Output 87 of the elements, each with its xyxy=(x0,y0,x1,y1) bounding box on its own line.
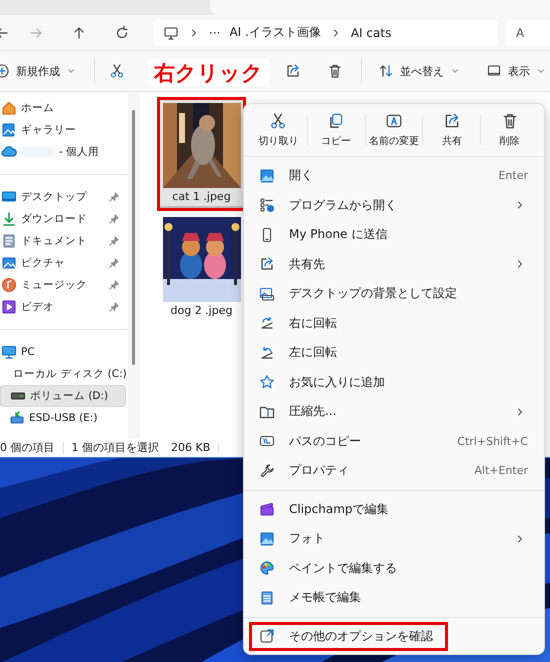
sidebar-item[interactable]: - 個人用 xyxy=(0,141,126,163)
menu-item[interactable]: 開く Enter xyxy=(244,161,544,190)
image-icon xyxy=(259,530,275,547)
sidebar-item[interactable]: ホーム xyxy=(0,97,126,119)
menu-item[interactable]: メモ帳で編集 xyxy=(244,583,544,612)
shortcut-text: Enter xyxy=(498,169,528,182)
share-button[interactable] xyxy=(285,63,301,79)
menu-item[interactable]: その他のオプションを確認 xyxy=(244,622,544,651)
app-list-icon xyxy=(259,197,275,214)
notepad-icon xyxy=(259,590,275,606)
sidebar-item[interactable]: ビデオ xyxy=(0,296,126,318)
open-external-icon xyxy=(259,628,275,644)
share-icon xyxy=(285,63,301,79)
sidebar-item[interactable]: ミュージック xyxy=(0,274,126,296)
sort-button[interactable]: 並べ替え xyxy=(378,63,460,79)
pin-icon xyxy=(108,213,120,225)
pin-icon xyxy=(108,257,120,269)
pin-icon xyxy=(108,191,120,203)
shortcut-text: Alt+Enter xyxy=(474,464,528,478)
computer-icon xyxy=(163,24,179,40)
share-button[interactable]: 共有 xyxy=(423,112,480,148)
usb-drive-icon xyxy=(9,410,25,426)
pin-icon xyxy=(108,235,120,247)
file-tile[interactable]: cat 1 .jpeg xyxy=(160,100,243,208)
menu-item[interactable]: ペイントで編集する xyxy=(244,554,544,583)
breadcrumb[interactable]: AI cats xyxy=(350,26,392,40)
delete-button[interactable]: 削除 xyxy=(481,112,538,148)
share-icon xyxy=(442,112,461,130)
menu-item[interactable]: 右に回転 xyxy=(244,308,544,338)
cut-button[interactable]: 切り取り xyxy=(250,112,307,148)
trash-icon xyxy=(327,63,343,79)
computer-icon xyxy=(1,344,17,360)
sidebar-item[interactable]: ピクチャ xyxy=(0,252,126,274)
breadcrumb[interactable]: AI .イラスト画像 xyxy=(229,24,321,41)
pin-icon xyxy=(108,301,120,313)
menu-item[interactable]: My Phone に送信 xyxy=(244,220,544,250)
delete-button[interactable] xyxy=(327,63,343,79)
highlight-frame: その他のオプションを確認 xyxy=(249,622,448,651)
annotation-label: 右クリック xyxy=(148,59,269,87)
overflow-button[interactable]: ··· xyxy=(209,26,220,40)
wrench-icon xyxy=(259,462,275,479)
sidebar-item[interactable]: ダウンロード xyxy=(0,208,126,230)
status-text: 0 個の項目 xyxy=(0,440,54,455)
sidebar-item[interactable]: デスクトップ xyxy=(0,186,126,208)
rename-icon xyxy=(385,112,403,130)
copy-button[interactable]: コピー xyxy=(308,112,365,148)
sidebar-item[interactable]: ボリューム (D:) xyxy=(0,385,126,407)
sidebar-item[interactable]: PC xyxy=(0,341,126,363)
clapperboard-icon xyxy=(259,501,275,518)
cut-button[interactable] xyxy=(109,63,125,79)
menu-item[interactable]: フォト xyxy=(244,524,544,554)
search-field[interactable]: A xyxy=(506,20,550,46)
menu-item[interactable]: プロパティ Alt+Enter xyxy=(244,456,544,486)
home-icon xyxy=(1,100,17,116)
star-icon xyxy=(259,374,275,390)
sidebar-item[interactable]: ギャラリー xyxy=(0,119,126,141)
scissors-icon xyxy=(109,63,125,79)
menu-item[interactable]: お気に入りに追加 xyxy=(244,368,544,397)
status-text: 206 KB xyxy=(171,441,210,454)
menu-item[interactable]: 圧縮先... xyxy=(244,397,544,426)
view-button[interactable]: 表示 xyxy=(486,63,546,79)
file-tile[interactable]: dog 2 .jpeg xyxy=(160,214,243,320)
sidebar-item[interactable]: ESD-USB (E:) xyxy=(0,407,126,429)
rotate-left-icon xyxy=(259,344,275,361)
scissors-icon xyxy=(269,112,288,130)
sort-icon xyxy=(378,63,394,79)
palette-icon xyxy=(259,560,275,576)
scrollbar[interactable] xyxy=(128,92,140,438)
status-text: 1 個の項目を選択 xyxy=(72,440,159,455)
menu-item[interactable]: 左に回転 xyxy=(244,338,544,368)
sidebar-item[interactable]: ドキュメント xyxy=(0,230,126,252)
share-icon xyxy=(259,256,275,272)
menu-item[interactable]: デスクトップの背景として設定 xyxy=(244,279,544,308)
wallpaper-icon xyxy=(259,286,275,302)
rotate-right-icon xyxy=(259,315,275,332)
rename-button[interactable]: 名前の変更 xyxy=(366,112,422,148)
address-bar[interactable]: ··· AI .イラスト画像 AI cats xyxy=(153,20,498,46)
pin-icon xyxy=(108,279,120,291)
new-button[interactable]: 新規作成 xyxy=(0,63,76,79)
menu-item[interactable]: プログラムから開く xyxy=(244,190,544,220)
menu-item[interactable]: パスのコピー Ctrl+Shift+C xyxy=(244,426,544,456)
menu-item[interactable]: Clipchampで編集 xyxy=(244,494,544,524)
sidebar-item[interactable]: ローカル ディスク (C:) xyxy=(0,363,126,385)
menu-item[interactable]: 共有先 xyxy=(244,250,544,279)
shortcut-text: Ctrl+Shift+C xyxy=(457,434,528,448)
image-icon xyxy=(259,168,275,184)
download-icon xyxy=(1,211,17,227)
